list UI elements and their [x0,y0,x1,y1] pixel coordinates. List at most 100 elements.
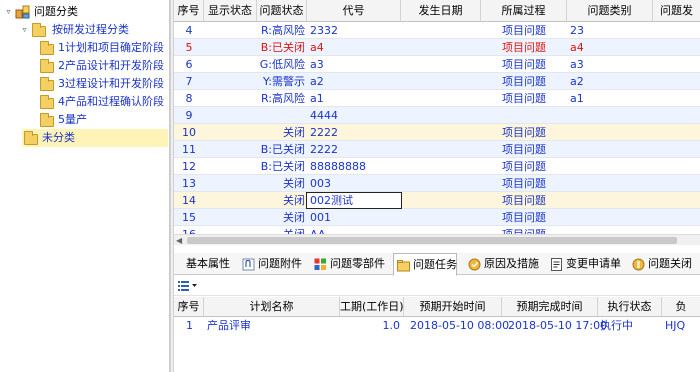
col-header-code[interactable]: 代号 [307,0,401,22]
parts-icon [314,257,327,270]
tab-basic-properties[interactable]: 基本属性 [186,253,234,275]
table-row[interactable]: 10 关闭 2222 项目问题 [174,124,700,141]
col-header-status[interactable]: 问题状态 [257,0,307,22]
task-col-state[interactable]: 执行状态 [598,297,662,317]
col-header-display[interactable]: 显示状态 [204,0,257,22]
table-row[interactable]: 6 G:低风险 a3 项目问题 a3 [174,56,700,73]
cell-process: 项目问题 [502,92,546,105]
cell-category [567,192,653,209]
table-row[interactable]: 4 R:高风险 2332 项目问题 23 [174,22,700,39]
task-col-name[interactable]: 计划名称 [204,297,340,317]
task-col-start[interactable]: 预期开始时间 [404,297,502,317]
tab-label: 原因及措施 [484,257,539,270]
table-row[interactable]: 12 B:已关闭 88888888 项目问题 [174,158,700,175]
cell-process: 项目问题 [502,41,546,54]
tab-issue-close[interactable]: 问题关闭 [632,253,698,275]
tab-issue-attachments[interactable]: 问题附件 [242,253,304,275]
horizontal-scrollbar[interactable]: ◀ [174,234,700,245]
task-state: 执行中 [600,319,633,332]
cell-category: a1 [570,92,584,105]
folder-icon [40,113,54,127]
tab-change-request[interactable]: 变更申请单 [550,253,621,275]
col-header-process[interactable]: 所属过程 [481,0,567,22]
table-row[interactable]: 9 4444 [174,107,700,124]
col-header-category[interactable]: 问题类别 [567,0,653,22]
change-doc-icon [550,257,563,271]
folder-icon [40,41,54,55]
tab-issue-tasks[interactable]: 问题任务 [393,253,457,276]
cell-code: 88888888 [310,160,366,173]
task-start: 2018-05-10 08:00 [410,319,510,332]
cell-category: a4 [570,41,584,54]
cell-process: 项目问题 [502,160,546,173]
cell-date [401,158,481,175]
cell-date [401,192,481,209]
task-col-owner[interactable]: 负 [662,297,700,317]
cell-display [204,90,257,107]
cell-no: 5 [185,41,193,54]
tab-issue-parts[interactable]: 问题零部件 [314,253,388,275]
tree-stage-label: 1计划和项目确定阶段 [58,41,164,54]
scroll-left-icon[interactable]: ◀ [176,235,182,246]
cell-category [567,124,653,141]
tab-label: 问题附件 [258,257,302,270]
task-col-no[interactable]: 序号 [174,297,204,317]
cell-date [401,175,481,192]
tab-label: 问题零部件 [330,257,385,270]
cell-code: a1 [310,92,324,105]
cell-status: R:高风险 [260,92,305,105]
table-row[interactable]: 13 关闭 003 项目问题 [174,175,700,192]
table-row[interactable]: 14 关闭 002测试 项目问题 [174,192,700,209]
cell-category: 23 [570,24,584,37]
cell-no: 7 [185,75,193,88]
category-tree: ▿ 问题分类 ▿ 按研发过程分类 1计划和项目确定阶段 2产品设计和开发阶段 3… [0,0,170,372]
issue-table: 序号 显示状态 问题状态 代号 发生日期 所属过程 问题类别 问题发 4 R:高风… [174,0,700,245]
cell-process: 项目问题 [502,194,546,207]
table-row[interactable]: 11 B:已关闭 2222 项目问题 [174,141,700,158]
cell-status: B:已关闭 [260,143,305,156]
cell-display [204,39,257,56]
task-table: 序号 计划名称 工期(工作日) 预期开始时间 预期完成时间 执行状态 负 1 产… [174,297,700,372]
scroll-thumb[interactable] [187,237,677,244]
list-menu-icon[interactable] [178,280,198,295]
task-col-duration[interactable]: 工期(工作日) [340,297,404,317]
cell-status: 关闭 [283,126,305,139]
cell-code: a3 [310,58,324,71]
cell-process: 项目问题 [502,24,546,37]
folder-icon [40,77,54,91]
cell-process: 项目问题 [502,58,546,71]
col-header-date[interactable]: 发生日期 [401,0,481,22]
tree-stage-label: 5量产 [58,113,87,126]
tree-stage-label: 3过程设计和开发阶段 [58,77,164,90]
col-header-no[interactable]: 序号 [174,0,204,22]
cell-status [257,107,307,124]
collapse-icon[interactable]: ▿ [20,25,29,34]
cell-display [204,158,257,175]
cell-code: a4 [310,41,324,54]
cell-date [401,141,481,158]
cell-status: G:低风险 [259,58,305,71]
tree-uncategorized[interactable]: 未分类 [22,129,168,147]
tree-stage-label: 4产品和过程确认阶段 [58,95,164,108]
tab-cause-measures[interactable]: 原因及措施 [468,253,539,275]
cell-date [401,39,481,56]
cell-display [204,175,257,192]
cell-no: 13 [182,177,196,190]
cell-status: B:已关闭 [260,41,305,54]
cell-process [481,107,567,124]
close-issue-icon [632,257,645,271]
task-col-end[interactable]: 预期完成时间 [502,297,598,317]
col-header-occur[interactable]: 问题发 [653,0,700,22]
tree-root-label: 问题分类 [34,5,78,18]
cell-no: 9 [185,109,193,122]
task-no: 1 [186,319,193,332]
cell-display [204,22,257,39]
table-row[interactable]: 8 R:高风险 a1 项目问题 a1 [174,90,700,107]
task-duration: 1.0 [382,319,401,332]
collapse-icon[interactable]: ▿ [4,7,13,16]
table-row[interactable]: 5 B:已关闭 a4 项目问题 a4 [174,39,700,56]
tree-stage-label: 2产品设计和开发阶段 [58,59,164,72]
table-row[interactable]: 7 Y:需警示 a2 项目问题 a2 [174,73,700,90]
code-edit-field[interactable]: 002测试 [306,192,402,209]
table-row[interactable]: 15 关闭 001 项目问题 [174,209,700,226]
